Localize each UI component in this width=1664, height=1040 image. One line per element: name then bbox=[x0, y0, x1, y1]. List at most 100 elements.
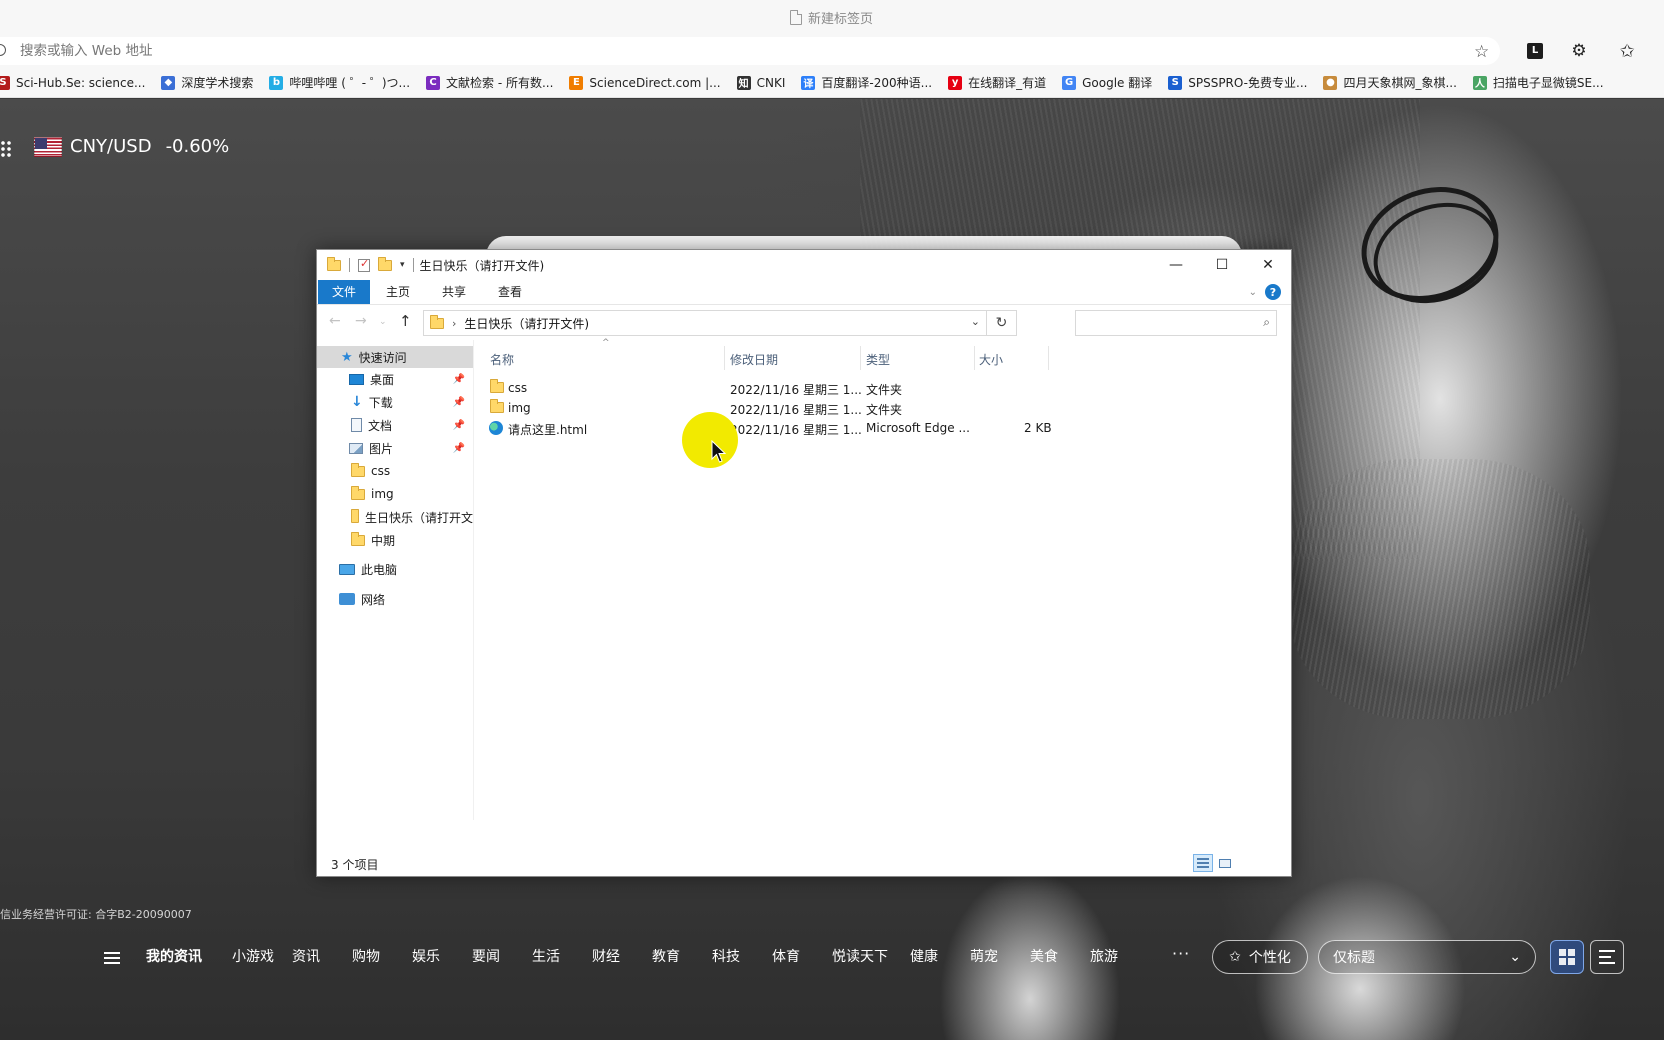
sidebar-item-birthday-folder[interactable]: 生日快乐（请打开文 bbox=[317, 506, 473, 528]
window-controls: — ☐ ✕ bbox=[1153, 250, 1291, 280]
tab-file[interactable]: 文件 bbox=[318, 280, 371, 304]
file-explorer-window: ▾ 生日快乐（请打开文件) — ☐ ✕ 文件 主页 共享 查看 ⌄ ? ← → … bbox=[316, 249, 1292, 877]
sidebar-item-quick-access[interactable]: ★ 快速访问 bbox=[317, 346, 473, 368]
column-header-type[interactable]: 类型 bbox=[866, 348, 890, 370]
tab-home[interactable]: 主页 bbox=[370, 280, 426, 304]
sidebar-item-pictures[interactable]: 图片 📌 bbox=[317, 437, 473, 459]
large-icons-view-button[interactable] bbox=[1215, 854, 1235, 872]
star-icon: ★ bbox=[341, 349, 353, 365]
bookmark-favicon-icon: 人 bbox=[1472, 75, 1487, 90]
bookmark-item[interactable]: G Google 翻译 bbox=[1062, 74, 1152, 91]
help-icon[interactable]: ? bbox=[1265, 284, 1281, 300]
bookmark-item[interactable]: b 哔哩哔哩 ( ゜- ゜)つ... bbox=[269, 74, 410, 91]
sidebar-item-desktop[interactable]: 桌面 📌 bbox=[317, 368, 473, 390]
bookmark-item[interactable]: 人扫描电子显微镜SE... bbox=[1472, 74, 1604, 91]
list-view-button[interactable] bbox=[1590, 940, 1624, 974]
favorites-icon[interactable]: ✩ bbox=[1616, 40, 1638, 62]
sidebar-item-network[interactable]: 网络 bbox=[317, 588, 473, 610]
expand-ribbon-icon[interactable]: ⌄ bbox=[1249, 287, 1257, 298]
grid-view-button[interactable] bbox=[1550, 940, 1584, 974]
address-dropdown-icon[interactable]: ⌄ bbox=[971, 315, 980, 328]
sidebar-item-documents[interactable]: 文档 📌 bbox=[317, 414, 473, 436]
sidebar-item-midterm[interactable]: 中期 bbox=[317, 529, 473, 551]
folder-search-box[interactable]: ⌕ bbox=[1075, 310, 1277, 336]
close-button[interactable]: ✕ bbox=[1245, 250, 1291, 280]
news-category-tab[interactable]: 体育 bbox=[772, 946, 832, 966]
minimize-button[interactable]: — bbox=[1153, 250, 1199, 280]
news-category-tab[interactable]: 要闻 bbox=[472, 946, 532, 966]
maximize-button[interactable]: ☐ bbox=[1199, 250, 1245, 280]
content-layout-select[interactable]: 仅标题 ⌄ bbox=[1318, 940, 1536, 974]
bookmark-item[interactable]: C 文献检索 - 所有数... bbox=[426, 74, 553, 91]
bookmark-item[interactable]: S Sci-Hub.Se: science... bbox=[0, 75, 145, 90]
news-category-tab[interactable]: 娱乐 bbox=[412, 946, 472, 966]
up-arrow-icon[interactable]: ↑ bbox=[399, 312, 412, 330]
bookmark-favicon-icon: S bbox=[1168, 75, 1183, 90]
tab-share[interactable]: 共享 bbox=[426, 280, 482, 304]
address-bar[interactable]: ☆ bbox=[0, 37, 1500, 65]
breadcrumb[interactable]: › 生日快乐（请打开文件) ⌄ bbox=[423, 310, 987, 336]
file-row[interactable]: 请点这里.html 2022/11/16 星期三 1... Microsoft … bbox=[482, 418, 1062, 438]
column-divider[interactable] bbox=[974, 346, 975, 370]
extensions-puzzle-icon[interactable]: ⚙ bbox=[1568, 40, 1590, 62]
refresh-button[interactable]: ↻ bbox=[987, 310, 1017, 336]
news-category-tab[interactable]: 教育 bbox=[652, 946, 712, 966]
recent-locations-icon[interactable]: ⌄ bbox=[379, 317, 387, 327]
breadcrumb-chevron-icon[interactable]: › bbox=[452, 317, 456, 330]
forward-arrow-icon[interactable]: → bbox=[355, 313, 367, 329]
menu-icon[interactable] bbox=[104, 952, 120, 964]
news-category-tab[interactable]: 购物 bbox=[352, 946, 412, 966]
pin-icon: 📌 bbox=[452, 373, 465, 385]
news-category-tab[interactable]: 旅游 bbox=[1090, 946, 1150, 966]
file-row[interactable]: css 2022/11/16 星期三 1... 文件夹 bbox=[482, 378, 1062, 398]
sidebar-item-css[interactable]: css bbox=[317, 460, 473, 482]
file-row[interactable]: img 2022/11/16 星期三 1... 文件夹 bbox=[482, 398, 1062, 418]
new-folder-icon[interactable] bbox=[378, 256, 392, 271]
bookmark-label: 四月天象棋网_象棋... bbox=[1343, 76, 1457, 90]
bookmark-item[interactable]: ● 四月天象棋网_象棋... bbox=[1323, 74, 1457, 91]
news-category-tab[interactable]: 资讯 bbox=[292, 946, 352, 966]
news-category-tab[interactable]: 萌宠 bbox=[970, 946, 1030, 966]
column-divider[interactable] bbox=[860, 346, 861, 370]
bookmark-item[interactable]: y 在线翻译_有道 bbox=[948, 74, 1046, 91]
add-favorite-icon[interactable]: ☆ bbox=[1474, 42, 1489, 62]
news-category-tab[interactable]: 悦读天下 bbox=[832, 946, 910, 966]
properties-icon[interactable] bbox=[358, 257, 370, 272]
news-category-tab[interactable]: 科技 bbox=[712, 946, 772, 966]
list-icon bbox=[1599, 950, 1615, 964]
more-categories-button[interactable]: ··· bbox=[1172, 944, 1190, 963]
news-category-tab[interactable]: 健康 bbox=[910, 946, 970, 966]
news-category-tab[interactable]: 我的资讯 bbox=[146, 946, 232, 966]
customize-toolbar-icon[interactable]: ▾ bbox=[400, 260, 405, 270]
wallpaper-fabric-lower bbox=[1290, 459, 1590, 719]
bookmark-item[interactable]: ◆ 深度学术搜索 bbox=[161, 74, 253, 91]
column-divider[interactable] bbox=[1048, 346, 1049, 370]
folder-search-input[interactable] bbox=[1076, 311, 1246, 335]
details-view-button[interactable] bbox=[1193, 854, 1213, 872]
column-header-size[interactable]: 大小 bbox=[979, 348, 1003, 370]
personalize-button[interactable]: ✩ 个性化 bbox=[1212, 940, 1308, 974]
sidebar-item-this-pc[interactable]: 此电脑 bbox=[317, 558, 473, 580]
bookmark-item[interactable]: 知 CNKI bbox=[736, 75, 785, 90]
sidebar-item-downloads[interactable]: ↓ 下载 📌 bbox=[317, 391, 473, 413]
tab-view[interactable]: 查看 bbox=[482, 280, 538, 304]
column-header-name[interactable]: 名称 bbox=[490, 348, 514, 370]
extension-button[interactable]: L bbox=[1524, 40, 1546, 62]
news-category-tab[interactable]: 美食 bbox=[1030, 946, 1090, 966]
back-arrow-icon[interactable]: ← bbox=[329, 313, 341, 329]
news-category-tab[interactable]: 小游戏 bbox=[232, 946, 292, 966]
personalize-label: 个性化 bbox=[1248, 950, 1291, 966]
bookmark-item[interactable]: 译百度翻译-200种语... bbox=[801, 74, 932, 91]
bookmark-item[interactable]: E ScienceDirect.com |... bbox=[569, 75, 721, 90]
active-tab[interactable]: 新建标签页 bbox=[790, 8, 873, 27]
currency-widget[interactable]: CNY/USD -0.60% bbox=[34, 136, 229, 157]
column-divider[interactable] bbox=[724, 346, 725, 370]
news-category-tab[interactable]: 生活 bbox=[532, 946, 592, 966]
breadcrumb-current[interactable]: 生日快乐（请打开文件) bbox=[464, 315, 589, 332]
news-category-tab[interactable]: 财经 bbox=[592, 946, 652, 966]
bookmark-item[interactable]: S SPSSPRO-免费专业... bbox=[1168, 74, 1307, 91]
apps-grid-icon[interactable] bbox=[0, 140, 12, 158]
address-input[interactable] bbox=[20, 37, 1420, 65]
column-header-modified[interactable]: 修改日期 bbox=[730, 348, 778, 370]
sidebar-item-img[interactable]: img bbox=[317, 483, 473, 505]
